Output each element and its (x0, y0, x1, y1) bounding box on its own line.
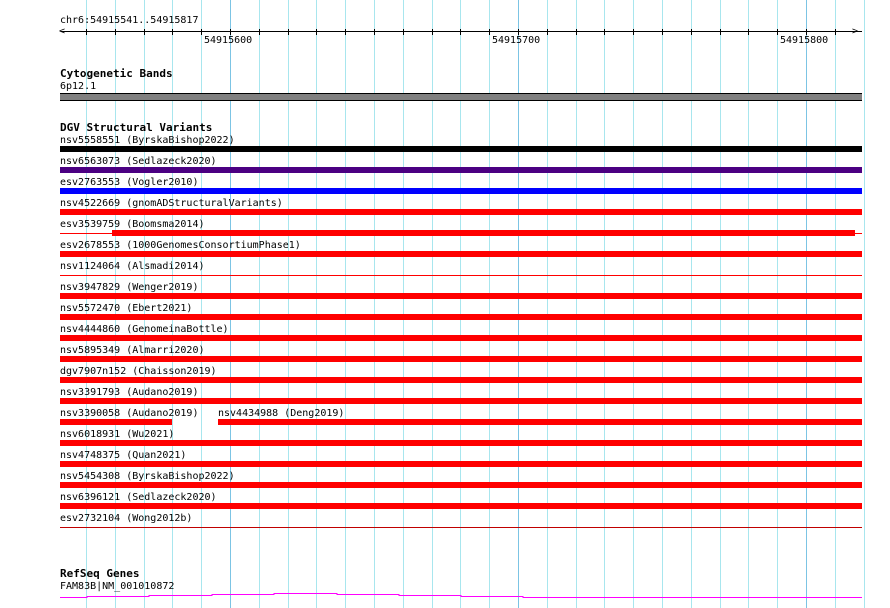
dgv-feature-bar[interactable] (60, 419, 172, 425)
dgv-feature-bar[interactable] (60, 377, 862, 383)
dgv-feature-label: esv2732104 (Wong2012b) (60, 513, 193, 524)
dgv-feature-label: esv2763553 (Vogler2010) (60, 177, 199, 188)
dgv-feature-bar[interactable] (60, 482, 862, 488)
dgv-feature-label: nsv3947829 (Wenger2019) (60, 282, 199, 293)
dgv-feature-label: nsv4748375 (Quan2021) (60, 450, 187, 461)
dgv-feature-bar[interactable] (218, 419, 862, 425)
dgv-feature-bar[interactable] (60, 398, 862, 404)
dgv-feature-label: nsv5454308 (ByrskaBishop2022) (60, 471, 235, 482)
dgv-feature-label: nsv5895349 (Almarri2020) (60, 345, 205, 356)
dgv-feature-label: nsv4434988 (Deng2019) (218, 408, 345, 419)
dgv-feature-label: nsv6396121 (Sedlazeck2020) (60, 492, 217, 503)
dgv-feature-bar[interactable] (60, 293, 862, 299)
dgv-feature-bar[interactable] (60, 188, 862, 194)
cytoband-bar[interactable] (60, 93, 862, 101)
dgv-feature-bar[interactable] (60, 461, 862, 467)
dgv-feature-label: esv2678553 (1000GenomesConsortiumPhase1) (60, 240, 301, 251)
dgv-feature-bar[interactable] (112, 230, 855, 236)
refseq-track-title: RefSeq Genes (60, 567, 140, 580)
dgv-feature-bar[interactable] (60, 503, 862, 509)
dgv-track-title: DGV Structural Variants (60, 121, 213, 134)
dgv-feature-label: nsv6018931 (Wu2021) (60, 429, 175, 440)
dgv-feature-line[interactable] (60, 527, 862, 528)
dgv-feature-bar[interactable] (60, 209, 862, 215)
dgv-feature-bar[interactable] (60, 356, 862, 362)
dgv-feature-bar[interactable] (60, 314, 862, 320)
dgv-feature-bar[interactable] (60, 335, 862, 341)
dgv-feature-label: nsv4522669 (gnomADStructuralVariants) (60, 198, 283, 209)
dgv-feature-label: nsv4444860 (GenomeinaBottle) (60, 324, 229, 335)
dgv-feature-bar[interactable] (60, 146, 862, 152)
dgv-feature-label: dgv7907n152 (Chaisson2019) (60, 366, 217, 377)
dgv-feature-line[interactable] (60, 275, 862, 276)
dgv-feature-bar[interactable] (60, 167, 862, 173)
dgv-feature-label: nsv3390058 (Audano2019) (60, 408, 199, 419)
dgv-feature-label: nsv6563073 (Sedlazeck2020) (60, 156, 217, 167)
dgv-feature-label: nsv5558551 (ByrskaBishop2022) (60, 135, 235, 146)
dgv-feature-bar[interactable] (60, 440, 862, 446)
dgv-feature-label: nsv3391793 (Audano2019) (60, 387, 199, 398)
cytoband-label: 6p12.1 (60, 81, 97, 92)
dgv-feature-label: nsv5572470 (Ebert2021) (60, 303, 193, 314)
refseq-gene-line[interactable] (0, 590, 890, 602)
dgv-feature-label: esv3539759 (Boomsma2014) (60, 219, 205, 230)
cytoband-track-title: Cytogenetic Bands (60, 67, 173, 80)
dgv-feature-bar[interactable] (60, 251, 862, 257)
dgv-feature-label: nsv1124064 (Alsmadi2014) (60, 261, 205, 272)
